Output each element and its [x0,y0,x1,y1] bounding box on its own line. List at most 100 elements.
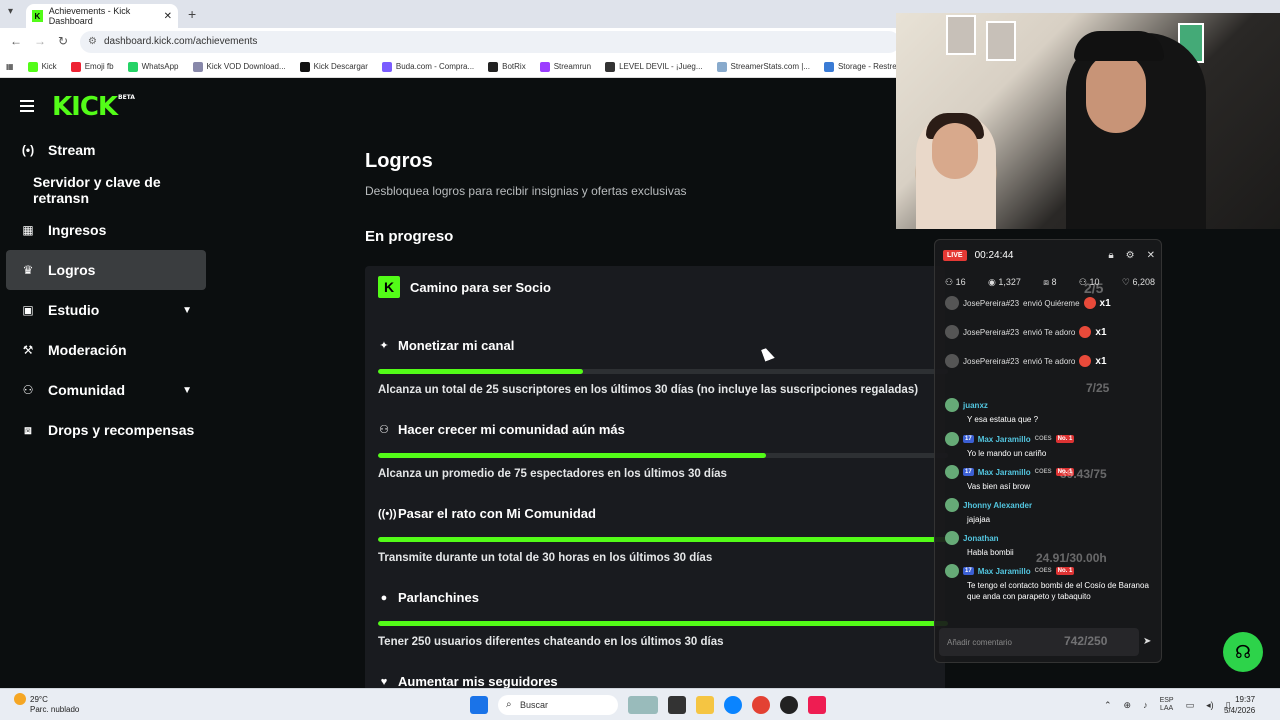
achievement-title: Pasar el rato con Mi Comunidad [398,506,596,521]
language-indicator[interactable]: ESP LAA [1160,697,1174,713]
gift-user: JosePereira#23 [963,298,1020,308]
bookmark-item[interactable]: Kick Descargar [299,61,368,72]
lock-icon[interactable]: 🔒︎ [1108,250,1113,261]
bookmark-item[interactable]: Kick [27,61,57,72]
sub-badge: 17 [963,468,974,476]
clock[interactable]: 19:37 5/4/2026 [1224,694,1255,716]
gift-action: envió Te adoro [1023,356,1076,366]
tab-title: Achievements - Kick Dashboard [48,6,131,26]
sidebar-item-label: Stream [48,142,96,158]
level-devil-icon [605,61,616,72]
temperature: 29°C [30,694,48,704]
restream-icon [823,61,834,72]
chat-username[interactable]: Max Jaramillo [978,567,1031,576]
chat-text: Vas bien así brow [967,482,1030,491]
avatar [945,296,959,310]
forward-icon[interactable]: → [34,34,46,48]
chevron-down-icon[interactable]: ▼ [182,305,192,316]
chat-username[interactable]: juanxz [963,401,988,410]
windows-start-icon[interactable] [470,696,488,714]
chevron-down-icon[interactable]: ▼ [182,385,192,396]
chat-username[interactable]: Jhonny Alexander [963,501,1032,510]
volume-icon[interactable]: ◂) [1206,700,1214,711]
settings-icon[interactable]: ⚙ [1126,250,1135,261]
weather-icon [14,693,26,705]
sidebar-item-server-key[interactable]: Servidor y clave de retransn [6,170,206,210]
send-icon[interactable]: ➤ [1143,636,1151,647]
streamrun-icon [539,61,550,72]
avatar [945,564,959,578]
progress-overlay: 24.91/30.00h [1036,551,1107,565]
url-field[interactable]: ⚙ dashboard.kick.com/achievements [80,31,900,53]
reload-icon[interactable]: ↻ [58,34,68,48]
site-info-icon[interactable]: ⚙ [88,31,97,53]
tab-search-icon[interactable]: ▾ [8,6,13,17]
back-icon[interactable]: ← [10,34,22,48]
bookmark-item[interactable]: StreamerStats.com |... [716,61,810,72]
sidebar-item-logros[interactable]: ♛ Logros [6,250,206,290]
bookmark-label: LEVEL DEVIL - ¡Jueg... [619,62,703,71]
chat-username[interactable]: Max Jaramillo [978,435,1031,444]
bookmark-item[interactable]: LEVEL DEVIL - ¡Jueg... [605,61,703,72]
taskbar-apps: Buscar [470,695,826,715]
bookmark-label: Kick [41,62,57,71]
rank-badge: No. 1 [1055,567,1075,575]
network-icon[interactable]: ▭ [1186,700,1195,711]
sidebar-item-comunidad[interactable]: ⚇ Comunidad ▼ [6,370,206,410]
bookmark-item[interactable]: Buda.com - Compra... [381,61,474,72]
apps-grid-icon[interactable]: ▦ [6,62,14,71]
bookmark-item[interactable]: Streamrun [539,61,591,72]
app-tray-icon[interactable]: ⊕ [1124,700,1132,711]
achievement-header: ✦ Monetizar mi canal [378,338,948,353]
sidebar-item-estudio[interactable]: ▣ Estudio ▼ [6,290,206,330]
progress-bar [378,537,948,542]
progress-fill [378,369,584,374]
chevron-up-icon[interactable]: ⌃ [1104,700,1112,711]
broadcast-icon: ((•)) [378,507,397,520]
chat-icon: ● [380,591,388,604]
browser-tab[interactable]: K Achievements - Kick Dashboard ✕ [26,4,178,28]
achievement-desc: Tener 250 usuarios diferentes chateando … [378,636,724,648]
sidebar-item-moderacion[interactable]: ⚒ Moderación [6,330,206,370]
menu-icon[interactable] [20,100,34,112]
weather-widget[interactable]: 29°C Parc. nublado [14,693,79,714]
bookmark-item[interactable]: Kick VOD Download... [192,61,286,72]
gift-emote-icon [1083,297,1096,309]
gift-event: JosePereira#23 envió Te adoro x1 [945,354,1155,368]
file-explorer-icon[interactable] [696,696,714,714]
obs-icon[interactable] [780,696,798,714]
chat-username[interactable]: Jonathan [963,534,999,543]
widget-icon[interactable] [628,696,658,714]
sidebar-item-ingresos[interactable]: ▦ Ingresos [6,210,206,250]
achievement-item: ● Parlanchines Tener 250 usuarios diferent… [378,590,948,648]
bookmark-item[interactable]: BotRix [488,61,526,72]
tiktok-icon[interactable] [808,696,826,714]
achievement-card: K Camino para ser Socio ✦ Monetizar mi ca… [365,266,948,706]
kick-logo[interactable]: KICK BETA [52,92,135,122]
chat-input-placeholder: Añadir comentario [947,638,1012,647]
chrome-icon[interactable] [752,696,770,714]
chat-username[interactable]: Max Jaramillo [978,468,1031,477]
achievement-header: ● Parlanchines [378,590,948,605]
bookmark-label: Kick Descargar [313,62,368,71]
task-view-icon[interactable] [668,696,686,714]
mic-icon[interactable]: ♪ [1143,700,1148,710]
taskbar-search[interactable]: Buscar [498,695,618,715]
sidebar-item-stream[interactable]: (•) Stream [6,130,206,170]
close-icon[interactable]: ✕ [1147,250,1155,261]
tab-close-icon[interactable]: ✕ [164,11,172,22]
new-tab-button[interactable]: + [188,6,196,22]
gift-emote-icon [1079,326,1092,338]
sidebar-item-drops[interactable]: ⧈ Drops y recompensas [6,410,206,450]
bookmark-label: BotRix [502,62,526,71]
bookmark-item[interactable]: Emoji fb [70,61,114,72]
progress-bar [378,369,948,374]
heart-icon: ♥ [380,675,388,688]
whatsapp-icon [127,61,138,72]
card-header: K Camino para ser Socio [378,276,551,298]
edge-icon[interactable] [724,696,742,714]
help-chat-button[interactable]: ☊ [1223,632,1263,672]
chat-input[interactable]: Añadir comentario [939,628,1139,656]
bookmark-item[interactable]: WhatsApp [127,61,179,72]
cost-badge: COES [1034,436,1052,442]
